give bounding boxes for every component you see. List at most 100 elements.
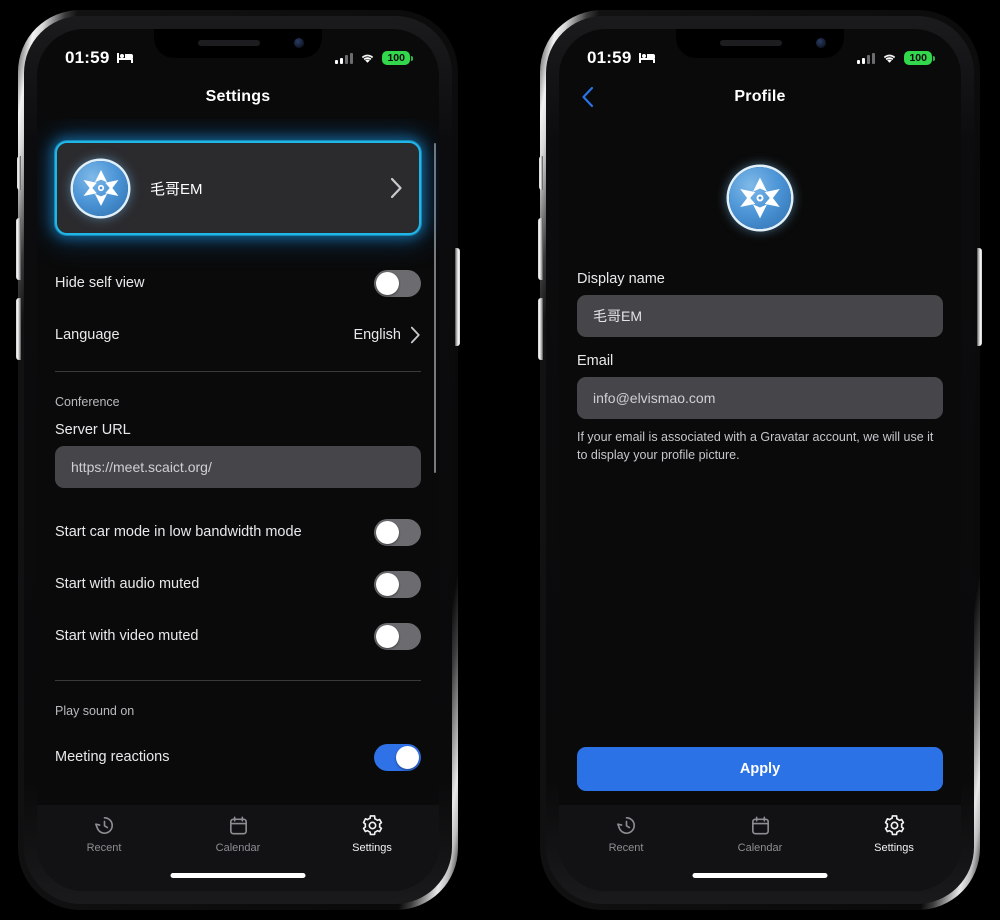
chevron-right-icon: [390, 177, 402, 199]
language-value: English: [353, 327, 401, 343]
wifi-icon: [884, 54, 896, 63]
notch: [676, 29, 844, 58]
bed-icon: [117, 53, 134, 63]
front-camera-icon: [816, 38, 826, 48]
scrollbar[interactable]: [433, 143, 436, 473]
status-bar-left: 01:59: [65, 48, 134, 68]
status-bar-left: 01:59: [587, 48, 656, 68]
volume-down-button[interactable]: [16, 298, 21, 360]
divider: [55, 680, 421, 681]
user-avatar-star-logo[interactable]: [729, 167, 791, 229]
wifi-icon: [362, 54, 374, 63]
tab-calendar[interactable]: Calendar: [171, 814, 305, 854]
apply-button[interactable]: Apply: [577, 747, 943, 791]
row-label: Hide self view: [55, 275, 145, 291]
row-label: Language: [55, 327, 120, 343]
tab-label: Settings: [874, 842, 914, 854]
status-bar-time: 01:59: [587, 48, 632, 67]
battery-tip: [933, 55, 935, 61]
status-bar-time: 01:59: [65, 48, 110, 67]
row-start-car-mode[interactable]: Start car mode in low bandwidth mode: [37, 506, 439, 558]
tab-bar: Recent Calendar Settings: [559, 805, 961, 891]
star-logo-icon: [740, 177, 780, 219]
display-name-input[interactable]: 毛哥EM: [577, 295, 943, 337]
toggle-knob: [396, 745, 419, 769]
profile-card[interactable]: 毛哥EM: [55, 141, 421, 235]
tab-recent[interactable]: Recent: [559, 814, 693, 854]
phone-device-settings: 01:59 100 Settings 毛哥EM Hide self view L…: [16, 10, 460, 910]
tab-calendar[interactable]: Calendar: [693, 814, 827, 854]
toggle-hide-self-view[interactable]: [374, 269, 421, 297]
row-meeting-reactions[interactable]: Meeting reactions: [37, 731, 439, 783]
toggle-start-video-muted[interactable]: [374, 622, 421, 650]
home-indicator[interactable]: [170, 873, 306, 878]
row-language[interactable]: Language English: [37, 309, 439, 361]
email-value: info@elvismao.com: [593, 390, 716, 406]
screenshot-stage: 01:59 100 Settings 毛哥EM Hide self view L…: [0, 0, 1000, 920]
power-button[interactable]: [455, 248, 460, 346]
toggle-knob: [376, 572, 399, 596]
gear-icon: [884, 815, 904, 836]
toggle-knob: [376, 624, 399, 648]
volume-down-button[interactable]: [538, 298, 543, 360]
star-logo-icon: [83, 170, 118, 206]
chevron-right-icon: [410, 326, 420, 344]
tab-label: Recent: [608, 842, 644, 854]
row-label: Meeting reactions: [55, 749, 170, 765]
status-bar-right: 100: [857, 50, 935, 66]
tab-recent[interactable]: Recent: [37, 814, 171, 854]
tab-label: Recent: [86, 842, 122, 854]
earpiece-speaker-icon: [198, 40, 260, 46]
toggle-knob: [376, 271, 399, 295]
home-indicator[interactable]: [692, 873, 828, 878]
tab-label: Calendar: [215, 842, 261, 854]
label-display-name: Display name: [577, 271, 665, 287]
chevron-left-icon: [582, 86, 594, 108]
row-label: Start car mode in low bandwidth mode: [55, 524, 302, 540]
front-camera-icon: [294, 38, 304, 48]
volume-up-button[interactable]: [16, 218, 21, 280]
navigation-bar-settings: Settings: [37, 75, 439, 119]
tab-label: Calendar: [737, 842, 783, 854]
toggle-knob: [376, 520, 399, 544]
battery-level-text: 100: [904, 50, 932, 66]
settings-content[interactable]: 毛哥EM Hide self view Language English Con…: [37, 119, 439, 805]
phone-bezel: 01:59: [546, 16, 974, 904]
gravatar-helper-text: If your email is associated with a Grava…: [577, 430, 934, 462]
status-bar-right: 100: [335, 50, 413, 66]
history-clock-icon: [616, 817, 635, 834]
calendar-icon: [751, 816, 769, 835]
calendar-icon: [229, 816, 247, 835]
page-title: Profile: [734, 88, 786, 105]
battery-tip: [411, 55, 413, 61]
tab-settings[interactable]: Settings: [305, 814, 439, 854]
toggle-meeting-reactions[interactable]: [374, 743, 421, 771]
label-email: Email: [577, 353, 614, 369]
mute-switch-button[interactable]: [17, 156, 21, 190]
section-header-play-sound-on: Play sound on: [55, 704, 135, 718]
gear-icon: [362, 815, 382, 836]
user-avatar-star-logo: [73, 160, 128, 216]
toggle-start-audio-muted[interactable]: [374, 570, 421, 598]
profile-content: Display name 毛哥EM Email info@elvismao.co…: [559, 119, 961, 805]
row-hide-self-view[interactable]: Hide self view: [37, 257, 439, 309]
avatar-area: [559, 119, 961, 271]
earpiece-speaker-icon: [720, 40, 782, 46]
power-button[interactable]: [977, 248, 982, 346]
battery-level-text: 100: [382, 50, 410, 66]
mute-switch-button[interactable]: [539, 156, 543, 190]
row-label: Start with audio muted: [55, 576, 200, 592]
volume-up-button[interactable]: [538, 218, 543, 280]
phone-screen-settings: 01:59 100 Settings 毛哥EM Hide self view L…: [37, 29, 439, 891]
back-button[interactable]: [581, 86, 594, 108]
row-label: Start with video muted: [55, 628, 199, 644]
tab-settings[interactable]: Settings: [827, 814, 961, 854]
section-header-conference: Conference: [55, 395, 120, 409]
display-name-value: 毛哥EM: [593, 308, 642, 324]
email-input[interactable]: info@elvismao.com: [577, 377, 943, 419]
bed-icon: [639, 53, 656, 63]
row-start-video-muted[interactable]: Start with video muted: [37, 610, 439, 662]
row-start-audio-muted[interactable]: Start with audio muted: [37, 558, 439, 610]
server-url-input[interactable]: https://meet.scaict.org/: [55, 446, 421, 488]
toggle-start-car-mode[interactable]: [374, 518, 421, 546]
